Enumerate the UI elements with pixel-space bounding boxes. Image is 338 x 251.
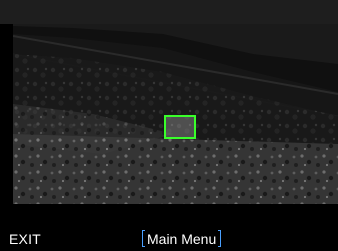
viewport-spacer: [0, 204, 338, 226]
main-menu-button[interactable]: Main Menu: [142, 229, 222, 248]
camera-viewport[interactable]: [13, 24, 338, 204]
main-menu-label: Main Menu: [147, 230, 217, 247]
top-status-bar: [0, 0, 338, 24]
bottom-menu-bar: EXIT Main Menu: [0, 226, 338, 251]
camera-screen: EXIT Main Menu: [0, 0, 338, 251]
bracket-left-icon: [142, 230, 145, 247]
exit-button[interactable]: EXIT: [9, 231, 41, 247]
night-scene-image: [13, 24, 338, 204]
bracket-right-icon: [218, 230, 222, 247]
detection-target-box[interactable]: [164, 115, 196, 139]
